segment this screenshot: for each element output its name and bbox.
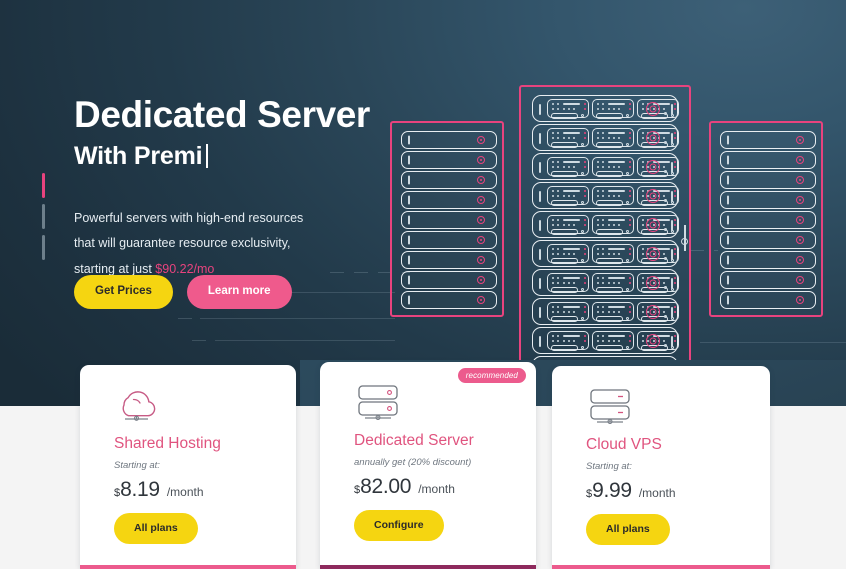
- decorative-line: [200, 318, 395, 319]
- unit-indicator-icon: [477, 216, 485, 224]
- rack-slider-knob-icon: [681, 238, 688, 245]
- pricing-card-dedicated-server[interactable]: recommended Dedicated Server annually ge…: [320, 362, 536, 569]
- hero-paragraph-line2: that will guarantee resource exclusivity…: [74, 236, 291, 251]
- unit-power-icon: [646, 131, 660, 145]
- unit-indicator-icon: [796, 156, 804, 164]
- unit-indicator-icon: [477, 176, 485, 184]
- unit-indicator-icon: [796, 176, 804, 184]
- pricing-card-shared-hosting[interactable]: Shared Hosting Starting at: $ 8.19 /mont…: [80, 365, 296, 569]
- typing-caret-icon: [206, 144, 209, 169]
- unit-power-icon: [646, 218, 660, 232]
- card-amount: 82.00: [360, 475, 412, 498]
- server-rack-center: [519, 85, 691, 383]
- unit-power-icon: [646, 102, 660, 116]
- server-stack-icon: [354, 382, 404, 425]
- server-rack-right: [709, 121, 823, 317]
- unit-indicator-icon: [796, 256, 804, 264]
- decorative-line: [290, 292, 395, 293]
- card-amount: 9.99: [592, 479, 632, 502]
- configure-button[interactable]: Configure: [354, 510, 444, 541]
- page-title: Dedicated Server: [74, 94, 370, 135]
- unit-power-icon: [646, 276, 660, 290]
- unit-power-icon: [646, 160, 660, 174]
- hero-paragraph-line3: starting at just: [74, 262, 156, 277]
- unit-handle-icon: [727, 235, 729, 245]
- unit-handle-icon: [727, 155, 729, 165]
- decorative-line: [215, 340, 395, 341]
- accent-bar-gray: [42, 235, 45, 260]
- unit-indicator-icon: [477, 136, 485, 144]
- recommended-badge: recommended: [457, 368, 526, 383]
- unit-power-icon: [646, 334, 660, 348]
- card-subtitle: Starting at:: [114, 460, 160, 471]
- unit-power-icon: [646, 305, 660, 319]
- unit-handle-icon: [727, 275, 729, 285]
- card-price: $ 8.19 /month: [114, 478, 204, 502]
- card-subtitle: annually get (20% discount): [354, 457, 472, 468]
- unit-handle-icon: [727, 195, 729, 205]
- unit-handle-icon: [727, 135, 729, 145]
- unit-handle-icon: [727, 295, 729, 305]
- card-title: Cloud VPS: [586, 436, 662, 453]
- unit-indicator-icon: [796, 236, 804, 244]
- card-period: /month: [638, 486, 676, 500]
- hero-price-highlight: $90.22/mo: [155, 262, 215, 277]
- accent-bars: [42, 173, 45, 260]
- card-subtitle: Starting at:: [586, 461, 632, 472]
- accent-bar-gray: [42, 204, 45, 229]
- decorative-line: [192, 340, 212, 341]
- unit-handle-icon: [408, 295, 410, 305]
- unit-indicator-icon: [477, 256, 485, 264]
- unit-handle-icon: [727, 255, 729, 265]
- unit-indicator-icon: [796, 196, 804, 204]
- unit-indicator-icon: [796, 296, 804, 304]
- card-period: /month: [166, 485, 204, 499]
- unit-indicator-icon: [796, 276, 804, 284]
- hero-paragraph-line1: Powerful servers with high-end resources: [74, 210, 304, 225]
- all-plans-button[interactable]: All plans: [586, 514, 670, 545]
- unit-indicator-icon: [477, 296, 485, 304]
- decorative-line: [178, 318, 198, 319]
- unit-indicator-icon: [477, 196, 485, 204]
- hero-buttons: Get Prices Learn more: [74, 275, 292, 309]
- all-plans-button[interactable]: All plans: [114, 513, 198, 544]
- unit-handle-icon: [727, 215, 729, 225]
- unit-indicator-icon: [477, 156, 485, 164]
- hero-section: Dedicated Server With Premi Powerful ser…: [0, 0, 846, 406]
- get-prices-button[interactable]: Get Prices: [74, 275, 173, 309]
- cloud-icon: [114, 385, 160, 428]
- unit-handle-icon: [727, 175, 729, 185]
- hero-content: Dedicated Server With Premi Powerful ser…: [42, 94, 414, 283]
- learn-more-button[interactable]: Learn more: [186, 275, 292, 309]
- pricing-card-cloud-vps[interactable]: Cloud VPS Starting at: $ 9.99 /month All…: [552, 366, 770, 569]
- server-stack-icon: [586, 386, 636, 429]
- card-title: Shared Hosting: [114, 435, 221, 452]
- card-title: Dedicated Server: [354, 432, 474, 449]
- unit-indicator-icon: [477, 236, 485, 244]
- landing-page: Dedicated Server With Premi Powerful ser…: [0, 0, 846, 569]
- hero-paragraph: Powerful servers with high-end resources…: [74, 206, 414, 283]
- unit-indicator-icon: [796, 216, 804, 224]
- unit-power-icon: [646, 247, 660, 261]
- unit-power-icon: [646, 189, 660, 203]
- card-price: $ 9.99 /month: [586, 479, 676, 503]
- card-price: $ 82.00 /month: [354, 475, 455, 499]
- page-subtitle: With Premi: [74, 142, 414, 171]
- decorative-line: [700, 342, 846, 343]
- accent-bar-pink: [42, 173, 45, 198]
- unit-indicator-icon: [477, 276, 485, 284]
- card-period: /month: [418, 482, 455, 496]
- card-amount: 8.19: [120, 478, 160, 501]
- page-subtitle-text: With Premi: [74, 141, 203, 170]
- unit-indicator-icon: [796, 136, 804, 144]
